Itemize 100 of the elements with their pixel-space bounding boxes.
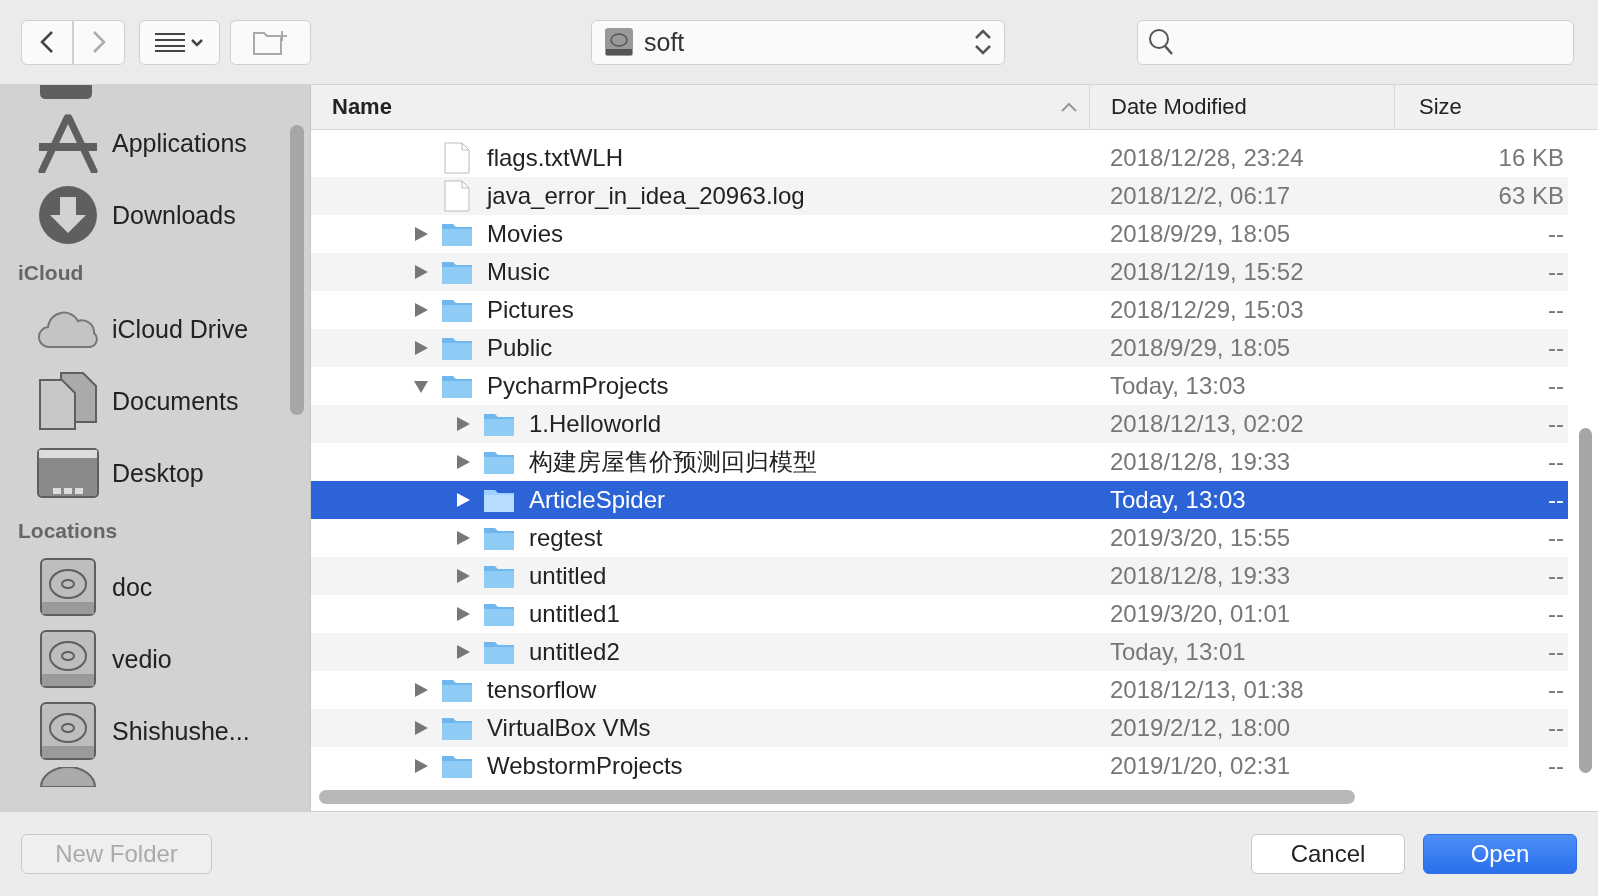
pencil-ruler-icon: [37, 113, 99, 173]
file-size: 16 KB: [1497, 144, 1565, 172]
date-modified: 2018/12/8, 19:33: [1109, 562, 1292, 590]
file-size: --: [1547, 334, 1565, 362]
sidebar-section-title: Locations: [17, 518, 119, 544]
file-name: 1.Helloworld: [529, 410, 662, 438]
file-name: VirtualBox VMs: [487, 714, 651, 742]
date-modified: 2019/3/20, 01:01: [1109, 600, 1292, 628]
file-size: --: [1547, 448, 1565, 476]
file-size: --: [1547, 600, 1565, 628]
file-row[interactable]: 1.Helloworld 2018/12/13, 02:02 --: [311, 405, 1568, 443]
file-size: --: [1547, 410, 1565, 438]
folder-icon: [441, 297, 473, 323]
folder-icon: [441, 677, 473, 703]
folder-icon: [483, 601, 515, 627]
list-view-icon: [153, 32, 206, 52]
file-size: 63 KB: [1497, 182, 1565, 210]
folder-icon: [441, 373, 473, 399]
file-row[interactable]: Public 2018/9/29, 18:05 --: [311, 329, 1568, 367]
file-name: regtest: [529, 524, 603, 552]
date-modified: 2019/2/12, 18:00: [1109, 714, 1292, 742]
file-name: java_error_in_idea_20963.log: [487, 182, 805, 210]
folder-icon: [483, 525, 515, 551]
back-button[interactable]: [21, 19, 73, 65]
file-size: --: [1547, 524, 1565, 552]
sidebar-section-title: iCloud: [17, 260, 85, 286]
file-row[interactable]: Music 2018/12/19, 15:52 --: [311, 253, 1568, 291]
folder-icon: [483, 639, 515, 665]
file-row[interactable]: ArticleSpider Today, 13:03 --: [311, 481, 1568, 519]
sidebar-item[interactable]: Shishushe...: [0, 695, 310, 767]
date-modified: 2018/9/29, 18:05: [1109, 334, 1292, 362]
file-size: --: [1547, 220, 1565, 248]
dialog-button[interactable]: Cancel: [1251, 834, 1405, 874]
document-icon: [444, 180, 470, 212]
file-name: flags.txtWLH: [487, 144, 624, 172]
file-size: --: [1547, 486, 1565, 514]
folder-icon: [441, 715, 473, 741]
file-size: --: [1547, 296, 1565, 324]
file-name: 构建房屋售价预测回归模型: [529, 447, 817, 477]
date-modified: 2018/12/13, 02:02: [1109, 410, 1305, 438]
file-size: --: [1547, 258, 1565, 286]
file-name: untitled2: [529, 638, 620, 666]
date-modified: 2018/12/29, 15:03: [1109, 296, 1305, 324]
sidebar-item[interactable]: Downloads: [0, 179, 310, 251]
folder-icon: [483, 487, 515, 513]
file-name: untitled1: [529, 600, 620, 628]
folder-icon: [441, 221, 473, 247]
search-icon: [1148, 28, 1174, 56]
dialog-button[interactable]: Open: [1423, 834, 1577, 874]
column-header[interactable]: Date Modified: [1090, 85, 1395, 129]
date-modified: 2019/3/20, 15:55: [1109, 524, 1292, 552]
location-popup[interactable]: soft: [591, 19, 1005, 65]
file-size: --: [1547, 562, 1565, 590]
chevron-left-icon: [40, 30, 54, 54]
file-size: --: [1547, 638, 1565, 666]
sort-ascending-icon: [1061, 102, 1077, 112]
sidebar-item[interactable]: doc: [0, 551, 310, 623]
date-modified: 2018/12/19, 15:52: [1109, 258, 1305, 286]
folder-icon: [441, 259, 473, 285]
folder-icon: [483, 411, 515, 437]
file-row[interactable]: untitled2 Today, 13:01 --: [311, 633, 1568, 671]
file-name: Public: [487, 334, 553, 362]
file-name: PycharmProjects: [487, 372, 669, 400]
up-down-chevron-icon: [974, 28, 992, 56]
column-header[interactable]: Name: [311, 85, 1090, 129]
file-row[interactable]: untitled 2018/12/8, 19:33 --: [311, 557, 1568, 595]
sidebar-item[interactable]: Documents: [0, 365, 310, 437]
sidebar-item[interactable]: Applications: [0, 107, 310, 179]
view-options-button[interactable]: [139, 19, 220, 65]
file-size: --: [1547, 752, 1565, 780]
folder-icon: [483, 449, 515, 475]
date-modified: 2018/9/29, 18:05: [1109, 220, 1292, 248]
horizontal-scrollbar-thumb[interactable]: [319, 790, 1355, 804]
documents-icon: [39, 372, 97, 430]
file-name: WebstormProjects: [487, 752, 683, 780]
search-field[interactable]: [1137, 19, 1574, 65]
date-modified: Today, 13:01: [1109, 638, 1247, 666]
file-row[interactable]: VirtualBox VMs 2019/2/12, 18:00 --: [311, 709, 1568, 747]
sidebar-item[interactable]: Desktop: [0, 437, 310, 509]
file-size: --: [1547, 372, 1565, 400]
sidebar-scrollbar-thumb[interactable]: [290, 125, 304, 415]
date-modified: 2018/12/13, 01:38: [1109, 676, 1305, 704]
file-name: Pictures: [487, 296, 574, 324]
file-size: --: [1547, 676, 1565, 704]
file-name: tensorflow: [487, 676, 597, 704]
file-name: untitled: [529, 562, 607, 590]
file-row[interactable]: java_error_in_idea_20963.log 2018/12/2, 06:17 63 KB: [311, 177, 1568, 215]
document-icon: [444, 142, 470, 174]
folder-icon: [483, 563, 515, 589]
file-name: Music: [487, 258, 550, 286]
sidebar-item[interactable]: iCloud Drive: [0, 293, 310, 365]
date-modified: 2019/1/20, 02:31: [1109, 752, 1292, 780]
sidebar-item[interactable]: vedio: [0, 623, 310, 695]
cloud-icon: [38, 309, 98, 349]
date-modified: Today, 13:03: [1109, 372, 1247, 400]
date-modified: Today, 13:03: [1109, 486, 1247, 514]
file-name: ArticleSpider: [529, 486, 666, 514]
column-header[interactable]: Size: [1395, 85, 1568, 129]
new-folder-button[interactable]: [230, 19, 311, 65]
vertical-scrollbar-thumb[interactable]: [1579, 428, 1592, 773]
